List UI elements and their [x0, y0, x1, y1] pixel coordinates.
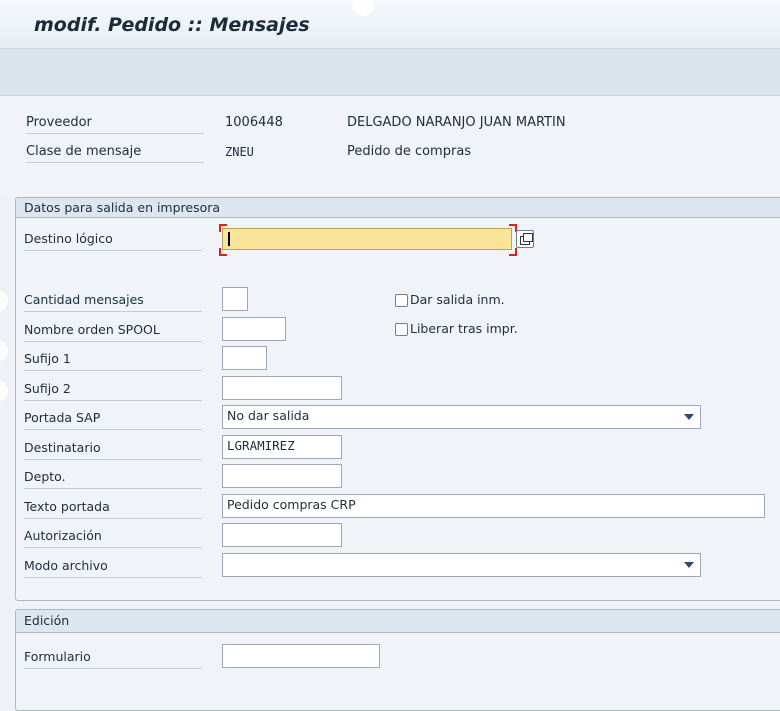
- department-input[interactable]: [222, 464, 342, 488]
- focus-marker: [509, 248, 517, 256]
- form-label: Formulario: [24, 646, 202, 669]
- logical-destination-input[interactable]: [222, 228, 512, 250]
- authorization-label: Autorización: [24, 525, 202, 548]
- print-immediately-checkbox[interactable]: [395, 294, 408, 307]
- sap-cover-value: No dar salida: [227, 408, 310, 423]
- chevron-down-icon: [684, 562, 694, 568]
- sap-cover-label: Portada SAP: [24, 407, 202, 430]
- message-type-label: Clase de mensaje: [26, 142, 204, 163]
- archive-mode-dropdown[interactable]: [222, 553, 701, 577]
- application-toolbar: [0, 49, 780, 96]
- message-type-code: ZNEU: [225, 145, 254, 159]
- value-help-icon[interactable]: [516, 230, 534, 248]
- form-input[interactable]: [222, 644, 380, 668]
- message-count-input[interactable]: [222, 287, 248, 311]
- focus-marker: [219, 224, 227, 232]
- authorization-input[interactable]: [222, 523, 342, 547]
- archive-mode-label: Modo archivo: [24, 555, 202, 578]
- chevron-down-icon: [684, 414, 694, 420]
- header-area: Proveedor 1006448 DELGADO NARANJO JUAN M…: [0, 96, 780, 196]
- print-immediately-label: Dar salida inm.: [410, 292, 505, 307]
- window-title: modif. Pedido :: Mensajes: [34, 14, 310, 36]
- vendor-number: 1006448: [225, 115, 283, 130]
- title-bar: modif. Pedido :: Mensajes: [0, 0, 780, 49]
- message-count-label: Cantidad mensajes: [24, 289, 202, 312]
- cover-text-label: Texto portada: [24, 496, 202, 519]
- suffix-2-label: Sufijo 2: [24, 378, 202, 401]
- logical-destination-label: Destino lógico: [24, 228, 202, 251]
- message-type-description: Pedido de compras: [347, 144, 472, 159]
- release-after-print-checkbox[interactable]: [395, 323, 408, 336]
- edition-group-title: Edición: [16, 610, 780, 633]
- edition-group: Edición Formulario: [15, 609, 780, 711]
- recipient-label: Destinatario: [24, 437, 202, 460]
- department-label: Depto.: [24, 466, 202, 489]
- suffix-2-input[interactable]: [222, 376, 342, 400]
- watermark: [0, 380, 8, 402]
- suffix-1-input[interactable]: [222, 346, 267, 370]
- focus-marker: [219, 248, 227, 256]
- sap-cover-dropdown[interactable]: No dar salida: [222, 405, 701, 429]
- text-cursor: [228, 232, 230, 246]
- spool-name-input[interactable]: [222, 317, 286, 341]
- print-output-group-title: Datos para salida en impresora: [16, 198, 780, 218]
- spool-name-label: Nombre orden SPOOL: [24, 319, 202, 342]
- cover-text-input[interactable]: Pedido compras CRP: [222, 494, 765, 518]
- vendor-label: Proveedor: [26, 113, 204, 134]
- suffix-1-label: Sufijo 1: [24, 348, 202, 371]
- watermark: [0, 290, 8, 312]
- print-output-group: Datos para salida en impresora Destino l…: [15, 197, 780, 601]
- vendor-name: DELGADO NARANJO JUAN MARTIN: [347, 115, 566, 130]
- recipient-input[interactable]: LGRAMIREZ: [222, 435, 342, 459]
- release-after-print-label: Liberar tras impr.: [410, 321, 518, 336]
- watermark: [0, 340, 8, 362]
